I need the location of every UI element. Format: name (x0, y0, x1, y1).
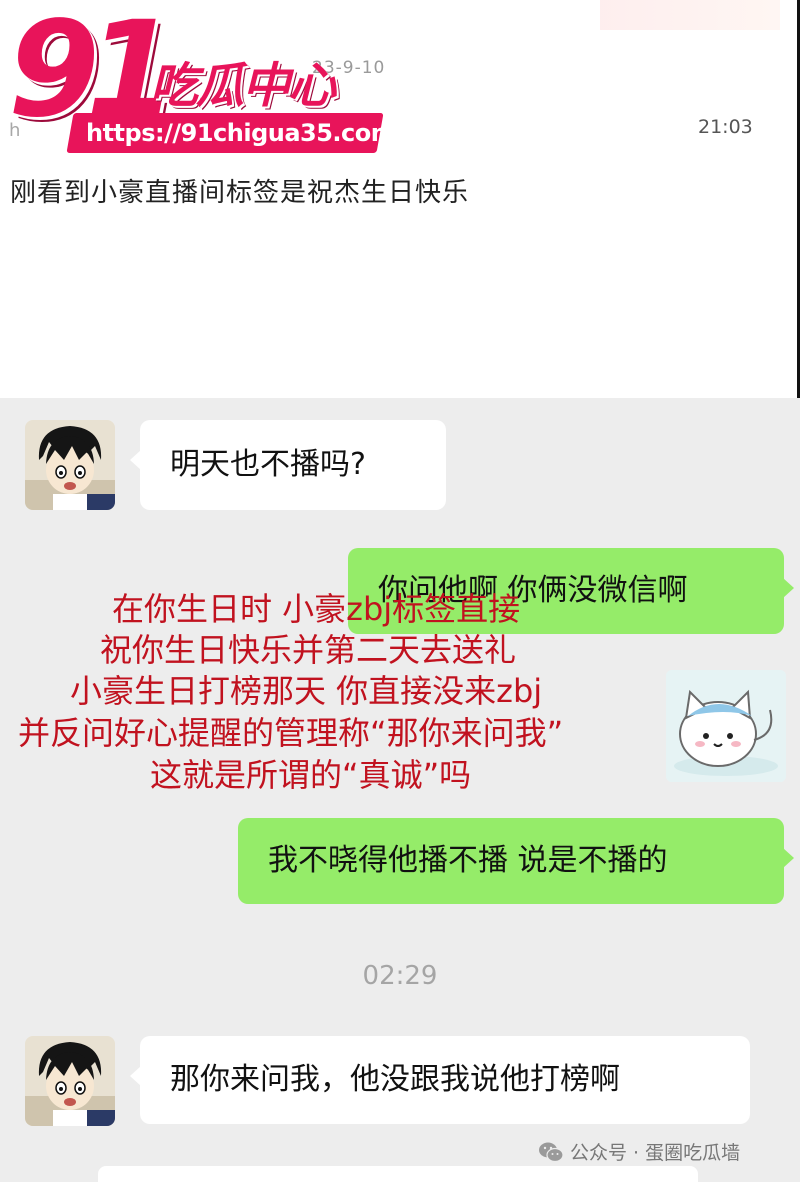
message-text: 我不晓得他播不播 说是不播的 (268, 843, 668, 878)
annotation-line: 祝你生日快乐并第二天去送礼 (100, 631, 517, 669)
wechat-official-account-watermark: 公众号 · 蛋圈吃瓜墙 (538, 1138, 740, 1165)
contact-avatar[interactable] (25, 1036, 115, 1126)
contact-avatar[interactable] (25, 420, 115, 510)
site-logo[interactable]: 91 吃瓜中心 https://91chigua35.com (0, 0, 400, 170)
next-message-strip (98, 1166, 698, 1182)
post-text: 刚看到小豪直播间标签是祝杰生日快乐 (10, 178, 470, 208)
anime-boy-avatar-icon (25, 420, 115, 510)
wechat-icon (539, 1142, 564, 1162)
anime-boy-avatar-icon (25, 1036, 115, 1126)
message-bubble-incoming[interactable]: 那你来问我，他没跟我说他打榜啊 (130, 1036, 750, 1124)
message-bubble-incoming[interactable]: 明天也不播吗? (130, 420, 446, 510)
annotation-line: 小豪生日打榜那天 你直接没来zbj (70, 672, 543, 710)
message-bubble-outgoing[interactable]: 我不晓得他播不播 说是不播的 (238, 818, 794, 904)
logo-url-badge[interactable]: https://91chigua35.com (66, 113, 396, 153)
message-text: 那你来问我，他没跟我说他打榜啊 (170, 1062, 620, 1097)
source-label: 公众号 · 蛋圈吃瓜墙 (570, 1142, 741, 1164)
logo-title: 吃瓜中心 (150, 58, 336, 114)
logo-url: https://91chigua35.com (86, 119, 396, 147)
post-top-decoration (600, 0, 780, 30)
annotation-line: 并反问好心提醒的管理称“那你来问我” (18, 714, 564, 752)
red-annotation: 在你生日时 小豪zbj标签直接 祝你生日快乐并第二天去送礼 小豪生日打榜那天 你… (0, 590, 800, 830)
annotation-line: 在你生日时 小豪zbj标签直接 (112, 590, 521, 628)
post-time: 21:03 (698, 116, 753, 138)
chat-timestamp: 02:29 (362, 961, 438, 991)
message-text: 明天也不播吗? (170, 447, 366, 482)
annotation-line: 这就是所谓的“真诚”吗 (150, 756, 472, 794)
